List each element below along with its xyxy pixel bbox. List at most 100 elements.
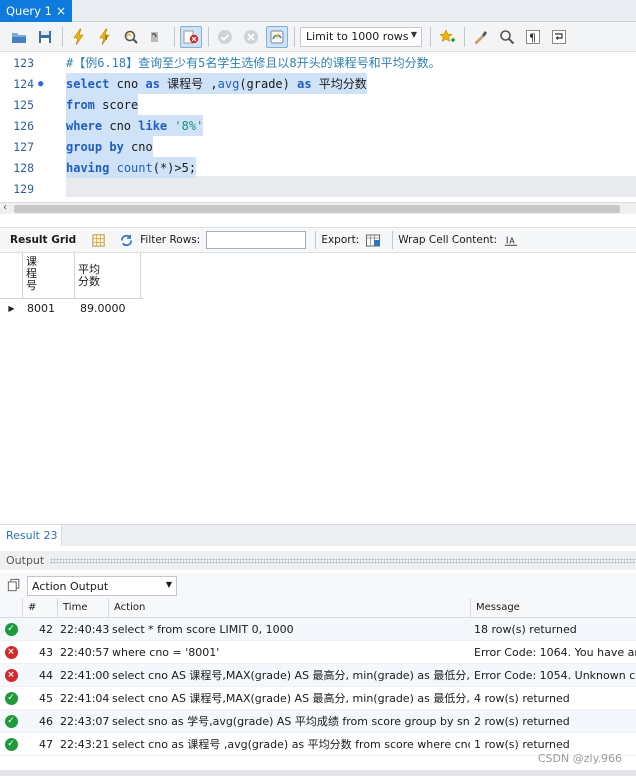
cell-cno[interactable]: 8001	[23, 302, 75, 315]
row-number: 44	[39, 668, 53, 682]
editor-line[interactable]: 125 from score	[0, 94, 636, 115]
success-check-icon: ✓	[4, 737, 18, 751]
editor-line[interactable]: 129	[0, 178, 636, 199]
save-icon[interactable]	[34, 26, 56, 48]
column-header-num[interactable]: #	[22, 597, 57, 618]
stop-icon[interactable]	[146, 26, 168, 48]
commit-icon[interactable]	[214, 26, 236, 48]
add-snippet-icon[interactable]	[436, 26, 458, 48]
wrap-lines-icon[interactable]	[548, 26, 570, 48]
row-number: 46	[39, 714, 53, 728]
cell-avg-grade[interactable]: 89.0000	[75, 302, 141, 315]
stop-on-error-icon[interactable]	[180, 25, 202, 48]
editor-horizontal-scrollbar[interactable]: ‹	[0, 202, 636, 214]
sql-editor[interactable]: 123 #【例6.18】查询至少有5名学生选修且以8开头的课程号和平均分数。 124…	[0, 52, 636, 202]
code-token: select	[66, 76, 110, 91]
row-action: select cno AS 课程号,MAX(grade) AS 最高分, min…	[112, 669, 470, 682]
explain-icon[interactable]	[120, 26, 142, 48]
table-row[interactable]: ▶ 8001 89.0000	[0, 299, 143, 317]
result-toolbar: Result Grid Filter Rows: Export: Wrap Ce…	[0, 227, 636, 253]
status-cell: ✓	[0, 691, 22, 705]
find-icon[interactable]	[496, 26, 518, 48]
column-header-time[interactable]: Time	[57, 597, 108, 618]
toolbar-separator	[464, 26, 465, 47]
tab-result-23[interactable]: Result 23	[0, 525, 62, 546]
wrap-cell-icon[interactable]: IA	[503, 232, 519, 248]
code-token: as	[145, 76, 160, 91]
watermark: CSDN @zly.966	[537, 752, 622, 765]
editor-line[interactable]: 123 #【例6.18】查询至少有5名学生选修且以8开头的课程号和平均分数。	[0, 52, 636, 73]
open-file-icon[interactable]	[8, 26, 30, 48]
code-text: where cno like '8%'	[66, 115, 204, 136]
error-x-icon: ×	[4, 645, 18, 659]
column-header-message[interactable]: Message	[470, 597, 636, 618]
refresh-icon[interactable]	[118, 232, 134, 248]
beautify-icon[interactable]	[470, 26, 492, 48]
row-time: 22:43:07	[60, 714, 110, 728]
code-token: 平均分数	[311, 77, 367, 91]
rollback-icon[interactable]	[240, 26, 262, 48]
success-check-icon: ✓	[4, 691, 18, 705]
code-token: cno	[123, 139, 153, 154]
column-header-action[interactable]: Action	[108, 597, 470, 618]
action-output-row[interactable]: × 43 22:40:57 where cno = '8001' Error Code:…	[0, 641, 636, 664]
filter-rows-input[interactable]	[206, 231, 307, 249]
row-message: 2 row(s) returned	[474, 714, 570, 728]
action-output-row[interactable]: ✓ 46 22:43:07 select sno as 学号,avg(grade) A…	[0, 710, 636, 733]
scroll-left-icon[interactable]: ‹	[3, 202, 7, 213]
action-output-row[interactable]: ✓ 42 22:40:43 select * from score LIMIT 0, …	[0, 618, 636, 641]
line-number: 128	[13, 160, 34, 175]
row-number: 42	[39, 622, 53, 636]
code-token: having	[66, 160, 110, 175]
editor-line[interactable]: 124 ● select cno as 课程号 , avg (grade) as 平均分…	[0, 73, 636, 94]
row-pointer-icon: ▶	[8, 303, 15, 313]
editor-line[interactable]: 126 where cno like '8%'	[0, 115, 636, 136]
status-cell: ✓	[0, 737, 22, 751]
row-message: 1 row(s) returned	[474, 737, 570, 751]
result-grid-label[interactable]: Result Grid	[10, 234, 76, 246]
row-message: Error Code: 1064. You have an error	[474, 645, 636, 659]
editor-line[interactable]: 128 having count (*)>5;	[0, 157, 636, 178]
row-time: 22:41:00	[60, 668, 110, 682]
panel-drag-handle[interactable]	[50, 557, 636, 564]
code-token: from	[66, 97, 95, 112]
invisible-chars-icon[interactable]: ¶	[522, 26, 544, 48]
code-token: (*)>5;	[152, 160, 197, 175]
code-token: (grade)	[239, 76, 298, 91]
status-cell: ×	[0, 645, 22, 659]
row-time: 22:41:04	[60, 691, 110, 705]
action-output-table: # Time Action Message ✓ 42 22:40:43 select …	[0, 597, 636, 756]
code-text: #【例6.18】查询至少有5名学生选修且以8开头的课程号和平均分数。	[66, 52, 441, 73]
execute-icon[interactable]	[68, 26, 90, 48]
code-text: select cno as 课程号 , avg (grade) as 平均分数	[66, 73, 367, 94]
grid-corner	[0, 253, 23, 298]
result-grid[interactable]: 课程号 平均分数 ▶ 8001 89.0000	[0, 253, 143, 317]
line-number: 125	[13, 97, 34, 112]
output-type-select[interactable]: Action Output ▼	[27, 576, 177, 596]
editor-line[interactable]: 127 group by cno	[0, 136, 636, 157]
close-tab-icon[interactable]: ×	[56, 4, 66, 18]
status-bar	[0, 770, 636, 776]
row-message: 4 row(s) returned	[474, 691, 570, 705]
action-output-row[interactable]: ✓ 45 22:41:04 select cno AS 课程号,MAX(grade) …	[0, 687, 636, 710]
column-header-cno[interactable]: 课程号	[23, 253, 75, 298]
row-time: 22:40:57	[60, 645, 110, 659]
export-icon[interactable]	[365, 232, 381, 248]
toolbar-separator	[430, 26, 431, 47]
tab-query-1[interactable]: Query 1 ×	[0, 0, 72, 22]
row-action: select * from score LIMIT 0, 1000	[112, 622, 294, 636]
filter-rows-label: Filter Rows:	[140, 234, 201, 246]
copy-icon[interactable]	[7, 578, 21, 595]
column-header-avg[interactable]: 平均分数	[75, 253, 141, 298]
row-action: where cno = '8001'	[112, 645, 220, 659]
execute-current-icon[interactable]: I	[94, 26, 116, 48]
line-number: 123	[13, 55, 34, 70]
toolbar-separator	[392, 231, 394, 249]
action-output-row[interactable]: × 44 22:41:00 select cno AS 课程号,MAX(grade) …	[0, 664, 636, 687]
limit-rows-select[interactable]: Limit to 1000 rows ▼	[300, 26, 422, 47]
scrollbar-thumb[interactable]	[14, 205, 620, 213]
code-token: where	[66, 118, 103, 133]
grid-view-icon[interactable]	[90, 232, 106, 248]
autocommit-icon[interactable]	[266, 25, 288, 48]
